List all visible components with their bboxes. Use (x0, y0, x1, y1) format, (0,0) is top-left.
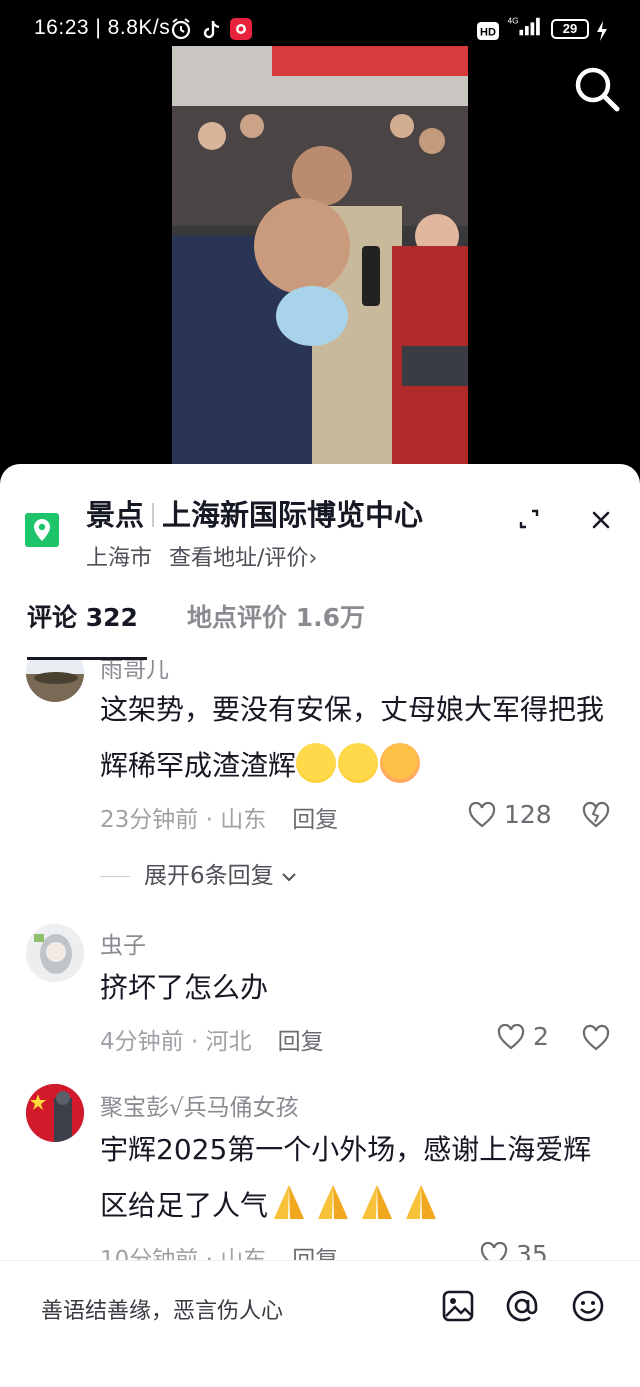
reply-button[interactable]: 回复 (278, 1029, 324, 1055)
hd-icon: HD (477, 22, 499, 40)
comment-text: 挤坏了怎么办 (100, 971, 269, 1004)
svg-text:4G: 4G (507, 15, 518, 25)
comment-username[interactable]: 虫子 (100, 926, 146, 960)
at-icon[interactable] (505, 1289, 539, 1323)
comment-input[interactable]: 善语结善缘，恶言伤人心 (41, 1293, 283, 1325)
comment-username[interactable]: 聚宝彭√兵马俑女孩 (100, 1088, 299, 1122)
comment-meta: 4分钟前 · 河北 回复 (100, 1029, 324, 1055)
shush-emoji-icon (338, 743, 379, 783)
chevron-down-icon (282, 873, 296, 882)
expand-divider (100, 876, 130, 877)
signal-icon: 4G (507, 15, 540, 36)
comment-list[interactable]: 雨哥儿 这架势，要没有安保，丈母娘大军得把我辉稀罕成渣渣辉 23分钟前 · 山东… (0, 660, 640, 1260)
heart-icon (497, 1023, 525, 1050)
image-icon[interactable] (441, 1289, 475, 1323)
charging-icon (597, 21, 607, 41)
like-button[interactable]: 2 (497, 1022, 549, 1052)
title-separator (152, 503, 155, 527)
location-pin-icon (25, 513, 59, 547)
like-button[interactable]: 128 (468, 800, 552, 830)
view-address-link: 查看地址/评价 (169, 546, 309, 571)
video-frame-image (172, 46, 468, 464)
battery-indicator: 29 (551, 19, 589, 39)
comment-time: 4分钟前 (100, 1029, 184, 1055)
chevron-right-icon: › (308, 546, 318, 571)
comment-tabs: 评论 322 地点评价 1.6万 (0, 594, 640, 654)
like-button[interactable]: 35 (480, 1240, 548, 1260)
like-count: 128 (503, 800, 552, 829)
pray-emoji-icon (406, 1185, 437, 1219)
comment-text: 这架势，要没有安保，丈母娘大军得把我辉稀罕成渣渣辉 (100, 682, 610, 794)
comment-sheet: 景点 上海新国际博览中心 上海市 查看地址/评价› 评论 322 地点评价 1.6… (0, 464, 640, 1387)
dislike-icon[interactable] (582, 1024, 610, 1052)
close-icon[interactable] (589, 508, 613, 532)
like-count: 2 (532, 1022, 549, 1051)
video-player[interactable] (172, 46, 468, 464)
comment-meta: 10分钟前 · 山东 回复 (100, 1240, 338, 1260)
tab-comments[interactable]: 评论 322 (27, 598, 138, 634)
heart-icon (480, 1241, 508, 1260)
avatar[interactable] (26, 1084, 84, 1142)
reply-button[interactable]: 回复 (292, 1247, 338, 1260)
alarm-icon (171, 18, 191, 40)
expand-replies-button[interactable]: 展开6条回复 (100, 856, 297, 890)
location-title[interactable]: 景点 上海新国际博览中心 (86, 492, 423, 534)
expand-icon[interactable] (516, 506, 542, 532)
laughing-tears-emoji-icon (296, 743, 337, 783)
location-address-link[interactable]: 上海市 查看地址/评价› (86, 540, 317, 572)
location-city: 上海市 (86, 546, 153, 571)
dislike-icon[interactable] (582, 801, 610, 829)
reply-button[interactable]: 回复 (292, 807, 338, 833)
comment-region: 山东 (220, 807, 267, 833)
status-time: 16:23 | 8.8K/s (34, 16, 171, 39)
comment-meta: 23分钟前 · 山东 回复 (100, 807, 339, 833)
avatar[interactable] (26, 660, 84, 702)
location-name: 上海新国际博览中心 (162, 498, 424, 532)
comment-region: 河北 (205, 1029, 252, 1055)
emoji-icon[interactable] (571, 1289, 605, 1323)
like-count: 35 (515, 1240, 548, 1260)
app-notification-icon (230, 18, 252, 40)
tiktok-icon (203, 21, 220, 39)
pray-emoji-icon (362, 1185, 393, 1219)
comment-region: 山东 (220, 1247, 267, 1260)
comment-time: 23分钟前 (100, 807, 199, 833)
svg-text:HD: HD (480, 27, 496, 39)
pray-emoji-icon (274, 1185, 305, 1219)
heart-icon (468, 801, 496, 828)
comment-input-bar: 善语结善缘，恶言伤人心 (0, 1260, 640, 1358)
comment-time: 10分钟前 (100, 1247, 199, 1260)
hug-emoji-icon (380, 743, 421, 783)
location-category: 景点 (86, 498, 145, 532)
search-icon[interactable] (572, 64, 622, 114)
expand-replies-label: 展开6条回复 (144, 863, 274, 889)
avatar[interactable] (26, 924, 84, 982)
pray-emoji-icon (318, 1185, 349, 1219)
comment-text: 宇辉2025第一个小外场，感谢上海爱辉区给足了人气 (100, 1122, 610, 1234)
comment-username[interactable]: 雨哥儿 (100, 660, 169, 684)
tab-location-reviews[interactable]: 地点评价 1.6万 (187, 598, 365, 634)
